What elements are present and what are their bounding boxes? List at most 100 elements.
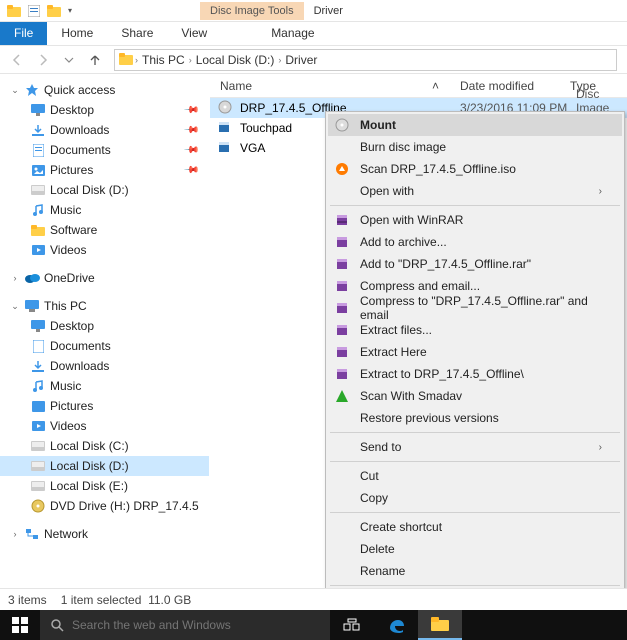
status-selection: 1 item selected 11.0 GB [61,593,192,607]
tree-onedrive[interactable]: › OneDrive [0,268,209,288]
ribbon-context: Disc Image Tools Driver [200,2,353,20]
edge-button[interactable] [374,610,418,640]
expander-icon[interactable]: › [10,273,20,283]
menu-extract-to[interactable]: Extract to DRP_17.4.5_Offline\ [328,363,622,385]
menu-copy[interactable]: Copy [328,487,622,509]
expander-icon[interactable]: ⌄ [10,85,20,96]
documents-icon [30,338,46,354]
documents-icon [30,142,46,158]
column-headers: Name˄ Date modified Type [210,74,627,98]
tree-network[interactable]: › Network [0,524,209,544]
menu-rename[interactable]: Rename [328,560,622,582]
chevron-right-icon[interactable]: › [135,55,138,65]
menu-cut[interactable]: Cut [328,465,622,487]
start-button[interactable] [0,610,40,640]
tree-pc-drive-c[interactable]: Local Disk (C:) [0,436,209,456]
winrar-icon [332,300,352,316]
menu-add-to-rar[interactable]: Add to "DRP_17.4.5_Offline.rar" [328,253,622,275]
pin-icon: 📌 [182,102,199,119]
explorer-button[interactable] [418,610,462,640]
tree-pictures[interactable]: Pictures📌 [0,160,209,180]
menu-scan-smadav[interactable]: Scan With Smadav [328,385,622,407]
breadcrumb-folder[interactable]: Driver [283,53,319,67]
properties-icon[interactable] [26,3,42,19]
breadcrumb[interactable]: › This PC › Local Disk (D:) › Driver [114,49,617,71]
taskbar [0,610,627,640]
winrar-icon [332,278,352,294]
nav-recent-icon[interactable] [58,49,80,71]
setup-icon [218,140,234,156]
menu-extract-files[interactable]: Extract files... [328,319,622,341]
menu-compress-to-email[interactable]: Compress to "DRP_17.4.5_Offline.rar" and… [328,297,622,319]
tree-pc-music[interactable]: Music [0,376,209,396]
setup-icon [218,120,234,136]
status-count: 3 items [8,593,47,607]
breadcrumb-root[interactable]: This PC [140,53,187,67]
task-view-button[interactable] [330,610,374,640]
tab-file[interactable]: File [0,22,47,45]
nav-back-icon[interactable] [6,49,28,71]
tree-desktop[interactable]: Desktop📌 [0,100,209,120]
menu-open-with[interactable]: Open with› [328,180,622,202]
tab-home[interactable]: Home [47,22,107,45]
menu-send-to[interactable]: Send to› [328,436,622,458]
menu-add-archive[interactable]: Add to archive... [328,231,622,253]
menu-scan-avast[interactable]: Scan DRP_17.4.5_Offline.iso [328,158,622,180]
tree-pc-videos[interactable]: Videos [0,416,209,436]
tab-manage[interactable]: Manage [257,22,328,45]
pictures-icon [30,398,46,414]
tree-downloads[interactable]: Downloads📌 [0,120,209,140]
pictures-icon [30,162,46,178]
menu-mount[interactable]: Mount [328,114,622,136]
disc-icon [332,117,352,133]
tree-pc-drive-e[interactable]: Local Disk (E:) [0,476,209,496]
star-icon [24,82,40,98]
menu-shortcut[interactable]: Create shortcut [328,516,622,538]
menu-delete[interactable]: Delete [328,538,622,560]
taskbar-search[interactable] [40,610,330,640]
search-icon [50,618,64,632]
smadav-icon [332,388,352,404]
downloads-icon [30,122,46,138]
ribbon: File Home Share View Manage [0,22,627,46]
column-date[interactable]: Date modified [450,79,560,93]
winrar-icon [332,212,352,228]
qat-dropdown-icon[interactable]: ▾ [66,6,74,15]
winrar-icon [332,322,352,338]
expander-icon[interactable]: › [10,529,20,539]
tree-music[interactable]: Music [0,200,209,220]
tree-quick-access[interactable]: ⌄ Quick access [0,80,209,100]
tree-documents[interactable]: Documents📌 [0,140,209,160]
downloads-icon [30,358,46,374]
explorer-icon [6,3,22,19]
tree-pc-dvd[interactable]: DVD Drive (H:) DRP_17.4.5 [0,496,209,516]
column-name[interactable]: Name˄ [210,79,450,93]
tree-software[interactable]: Software [0,220,209,240]
tab-share[interactable]: Share [107,22,167,45]
nav-up-icon[interactable] [84,49,106,71]
tree-this-pc[interactable]: ⌄ This PC [0,296,209,316]
tree-pc-downloads[interactable]: Downloads [0,356,209,376]
tree-pc-documents[interactable]: Documents [0,336,209,356]
new-folder-icon[interactable] [46,3,62,19]
tree-videos[interactable]: Videos [0,240,209,260]
expander-icon[interactable]: ⌄ [10,301,20,312]
tree-pc-drive-d[interactable]: Local Disk (D:) [0,456,209,476]
tree-pc-pictures[interactable]: Pictures [0,396,209,416]
pin-icon: 📌 [182,142,199,159]
tree-local-disk-d[interactable]: Local Disk (D:) [0,180,209,200]
breadcrumb-drive[interactable]: Local Disk (D:) [194,53,277,67]
tab-view[interactable]: View [167,22,221,45]
menu-burn[interactable]: Burn disc image [328,136,622,158]
search-input[interactable] [72,618,320,632]
desktop-icon [30,102,46,118]
tree-pc-desktop[interactable]: Desktop [0,316,209,336]
menu-open-winrar[interactable]: Open with WinRAR [328,209,622,231]
drive-icon [30,478,46,494]
nav-forward-icon[interactable] [32,49,54,71]
disc-image-icon [218,100,234,116]
chevron-right-icon[interactable]: › [189,55,192,65]
menu-extract-here[interactable]: Extract Here [328,341,622,363]
menu-restore[interactable]: Restore previous versions [328,407,622,429]
chevron-right-icon[interactable]: › [278,55,281,65]
